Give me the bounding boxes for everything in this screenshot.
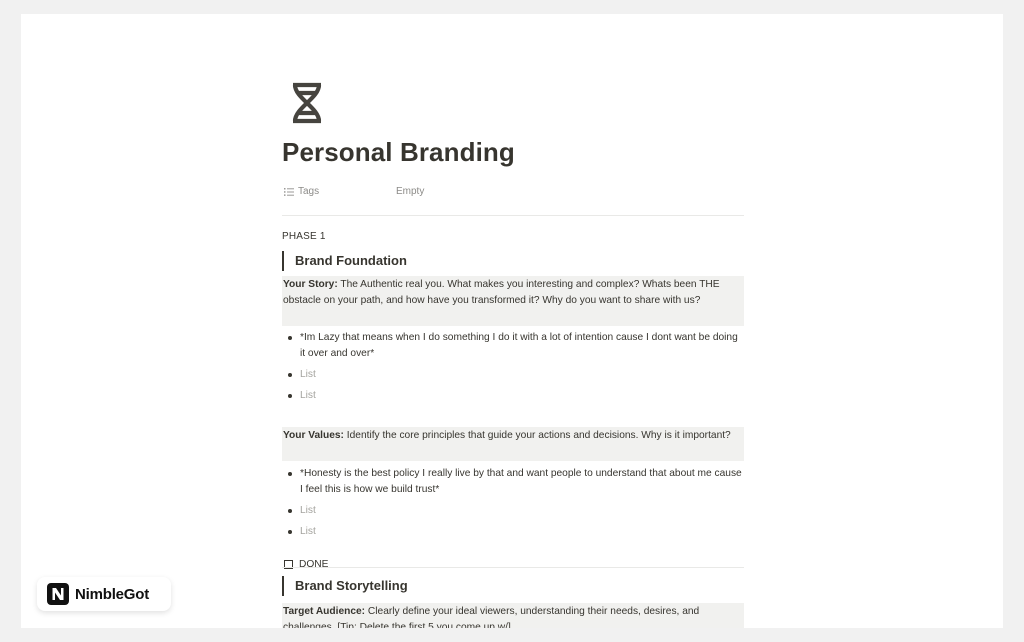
bullet-icon (288, 394, 292, 398)
list-item-text: List (300, 369, 316, 380)
list-item[interactable]: *Honesty is the best policy I really liv… (282, 466, 744, 498)
list-item[interactable]: List (282, 503, 744, 519)
list-item[interactable]: List (282, 524, 744, 540)
callout-text: The Authentic real you. What makes you i… (283, 279, 720, 306)
page-title[interactable]: Personal Branding (282, 137, 515, 168)
callout-your-story[interactable]: Your Story: The Authentic real you. What… (282, 276, 744, 326)
property-name: Tags (284, 186, 319, 197)
property-name-label: Tags (298, 186, 320, 197)
nimblegot-watermark-badge: NimbleGot (37, 577, 171, 611)
section-heading-brand-storytelling[interactable]: Brand Storytelling (282, 576, 742, 596)
todo-done[interactable]: DONE (284, 559, 328, 570)
bullet-icon (288, 530, 292, 534)
bullet-icon (288, 336, 292, 340)
property-row-tags[interactable]: Tags Empty (284, 184, 744, 200)
divider (282, 215, 744, 216)
watermark-text: NimbleGot (75, 585, 150, 603)
notion-page-frame: Personal Branding Tags Empty PHASE 1 Bra… (21, 14, 1003, 628)
nimblegot-n-logo-icon (47, 583, 69, 605)
callout-target-audience[interactable]: Target Audience: Clearly define your ide… (282, 603, 744, 628)
list-item-text: *Im Lazy that means when I do something … (300, 332, 738, 359)
callout-label: Your Values: (283, 430, 344, 441)
callout-label: Your Story: (283, 279, 338, 290)
dna-icon[interactable] (289, 82, 325, 124)
callout-text: Identify the core principles that guide … (343, 430, 731, 441)
bullet-icon (288, 509, 292, 513)
list-item[interactable]: List (282, 367, 744, 383)
list-item-text: List (300, 526, 316, 537)
list-item[interactable]: List (282, 388, 744, 404)
list-icon (284, 187, 294, 196)
callout-label: Target Audience: (283, 606, 366, 617)
list-item[interactable]: *Im Lazy that means when I do something … (282, 330, 744, 362)
property-value-empty[interactable]: Empty (396, 186, 424, 197)
section-heading-brand-foundation[interactable]: Brand Foundation (282, 251, 742, 271)
phase-label[interactable]: PHASE 1 (282, 231, 326, 242)
divider (282, 567, 744, 568)
todo-label: DONE (299, 559, 329, 570)
bullet-icon (288, 472, 292, 476)
list-item-text: *Honesty is the best policy I really liv… (300, 468, 742, 495)
bullet-icon (288, 373, 292, 377)
callout-your-values[interactable]: Your Values: Identify the core principle… (282, 427, 744, 461)
list-item-text: List (300, 390, 316, 401)
list-item-text: List (300, 505, 316, 516)
